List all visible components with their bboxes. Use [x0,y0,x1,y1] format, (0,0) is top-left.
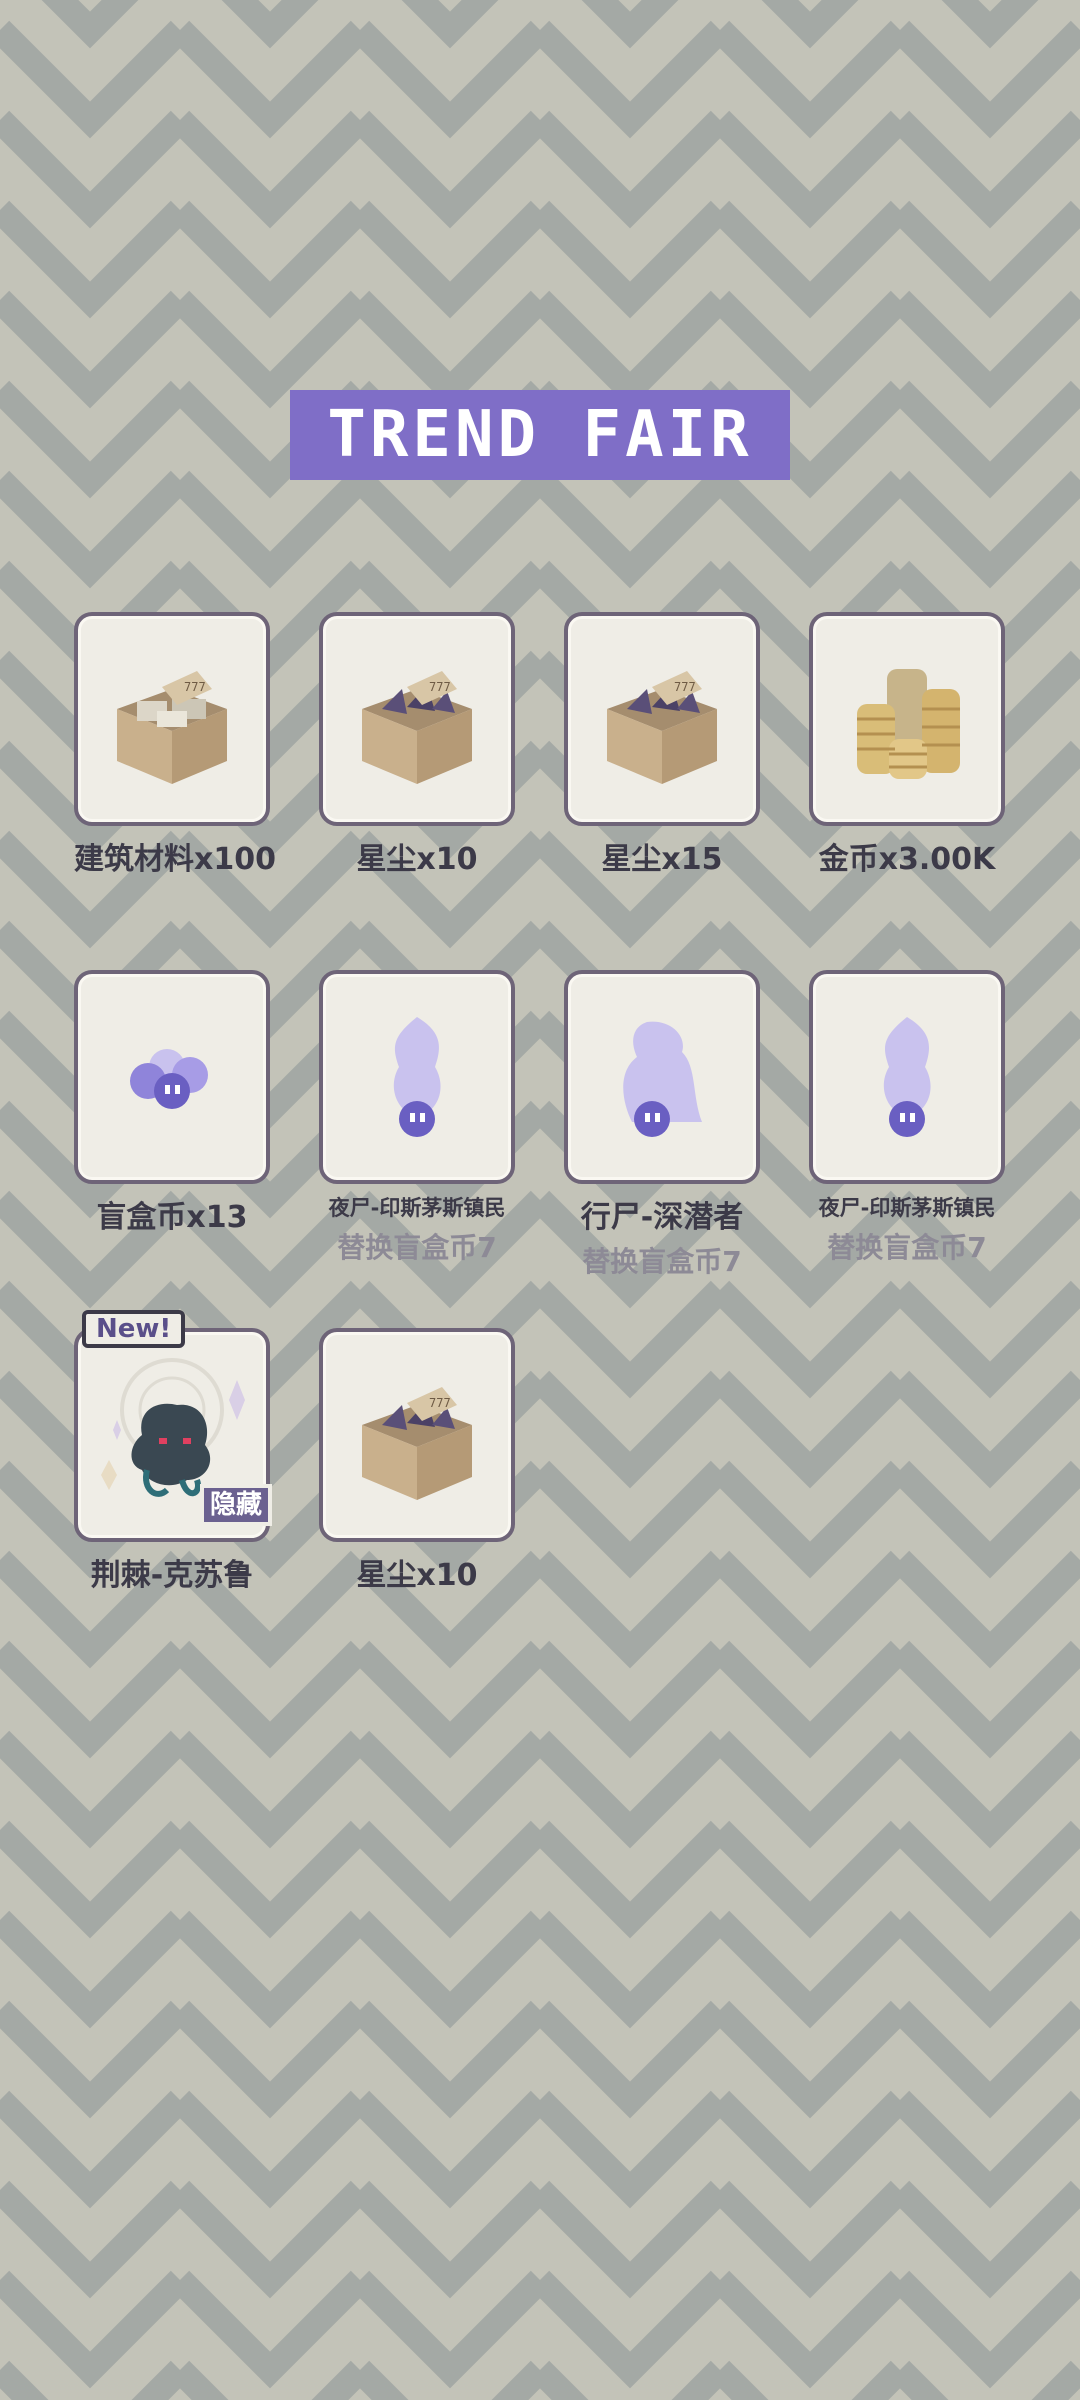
new-badge: New! [82,1310,186,1348]
item-label: 行尸-深潜者 [580,1200,744,1235]
gold-coins-icon [857,669,960,779]
ghost-silhouette-icon [883,1017,931,1137]
ghost-silhouette-icon [393,1017,441,1137]
reward-item[interactable]: 777 建筑材料x100 [74,612,276,878]
item-label: 金币x3.00K [818,842,996,877]
item-label: 夜尸-印斯茅斯镇民 [328,1196,506,1220]
hidden-badge: 隐藏 [199,1484,272,1526]
reward-item[interactable]: 盲盒币x13 [74,970,270,1236]
reward-card[interactable] [809,970,1005,1184]
reward-item[interactable]: 夜尸-印斯茅斯镇民 替换盲盒币7 [809,970,1005,1266]
reward-card[interactable]: 777 [564,612,760,826]
item-label: 建筑材料x100 [74,842,276,877]
crate-stardust-icon: 777 [362,671,472,784]
crate-stardust-icon: 777 [362,1387,472,1500]
reward-card[interactable]: 777 [74,612,270,826]
page-title: TREND FAIR [290,390,790,480]
ghost-silhouette-icon [623,1021,702,1137]
replace-hint: 替换盲盒币7 [582,1245,742,1278]
item-label: 星尘x10 [356,842,478,877]
reward-item[interactable]: 金币x3.00K [809,612,1005,878]
item-label: 夜尸-印斯茅斯镇民 [818,1196,996,1220]
reward-item[interactable]: New! 隐藏 荆棘-克苏鲁 [74,1310,272,1594]
svg-text:777: 777 [184,680,206,694]
item-label: 星尘x10 [356,1558,478,1593]
reward-card[interactable] [809,612,1005,826]
reward-card[interactable]: 777 [319,1328,515,1542]
reward-item[interactable]: 777 星尘x10 [319,1328,515,1594]
crate-materials-icon: 777 [117,671,227,784]
item-label: 盲盒币x13 [96,1200,248,1235]
replace-hint: 替换盲盒币7 [337,1231,497,1264]
svg-text:777: 777 [429,680,451,694]
reward-card[interactable] [319,970,515,1184]
reward-item[interactable]: 777 星尘x10 [319,612,515,878]
reward-card[interactable] [564,970,760,1184]
svg-text:777: 777 [429,1396,451,1410]
reward-card[interactable]: New! 隐藏 [74,1310,272,1542]
reward-item[interactable]: 夜尸-印斯茅斯镇民 替换盲盒币7 [319,970,515,1266]
reward-item[interactable]: 行尸-深潜者 替换盲盒币7 [564,970,760,1280]
reward-card[interactable]: 777 [319,612,515,826]
reward-item[interactable]: 777 星尘x15 [564,612,760,878]
crate-stardust-icon: 777 [607,671,717,784]
blind-box-coins-icon [130,1049,208,1109]
reward-card[interactable] [74,970,270,1184]
svg-text:777: 777 [674,680,696,694]
item-label: 星尘x15 [601,842,723,877]
replace-hint: 替换盲盒币7 [827,1231,987,1264]
item-label: 荆棘-克苏鲁 [90,1558,254,1593]
